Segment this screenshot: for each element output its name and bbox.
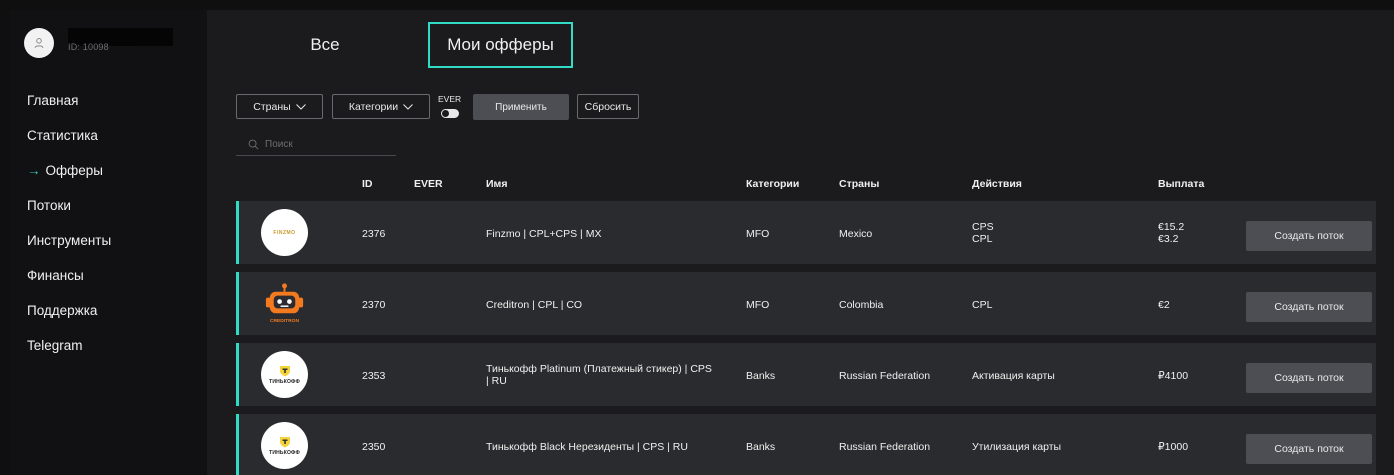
tinkoff-logo: ТИНЬКОФФ	[261, 351, 308, 398]
search-icon	[248, 139, 259, 150]
offer-country: Mexico	[839, 228, 873, 240]
offer-country: Russian Federation	[839, 370, 931, 382]
offer-payouts: €15.2 €3.2	[1158, 221, 1184, 245]
offer-name[interactable]: Тинькофф Platinum (Платежный стикер) | C…	[486, 363, 716, 387]
switch-knob	[442, 110, 449, 117]
offer-name[interactable]: Finzmo | CPL+CPS | MX	[486, 228, 716, 240]
sidebar-item-tools[interactable]: Инструменты	[27, 232, 111, 267]
robot-icon: CREDITRON	[265, 283, 304, 324]
offer-id: 2353	[362, 370, 386, 382]
scrollbar[interactable]	[1378, 200, 1394, 475]
sidebar-item-statistics[interactable]: Статистика	[27, 127, 111, 162]
table-row[interactable]: FINZMO 2376 Finzmo | CPL+CPS | MX MFO Me…	[236, 201, 1376, 264]
sidebar-item-streams[interactable]: Потоки	[27, 197, 111, 232]
offer-action: CPL	[972, 233, 993, 245]
tinkoff-logo: ТИНЬКОФФ	[261, 422, 308, 469]
column-header-categories: Категории	[746, 178, 800, 190]
tab-my-offers[interactable]: Мои офферы	[428, 22, 573, 68]
ever-switch[interactable]	[441, 109, 459, 118]
offer-category: MFO	[746, 228, 770, 240]
offer-id: 2370	[362, 299, 386, 311]
reset-button[interactable]: Сбросить	[577, 94, 639, 119]
tinkoff-logo-mark: ТИНЬКОФФ	[269, 436, 300, 456]
creditron-logo-text: CREDITRON	[270, 318, 299, 324]
apply-button[interactable]: Применить	[473, 94, 569, 120]
tab-all[interactable]: Все	[280, 22, 370, 68]
countries-dropdown[interactable]: Страны	[236, 94, 323, 119]
table-row[interactable]: ТИНЬКОФФ 2350 Тинькофф Black Нерезиденты…	[236, 414, 1376, 475]
sidebar-nav: Главная Статистика → Офферы Потоки Инстру…	[27, 92, 111, 372]
shield-icon	[279, 436, 290, 447]
arrow-right-icon: →	[27, 163, 41, 178]
offer-id: 2350	[362, 441, 386, 453]
sidebar: ████████ ID: 10098 Главная Статистика → О…	[10, 10, 207, 475]
offer-name[interactable]: Тинькофф Black Нерезиденты | CPS | RU	[486, 441, 716, 453]
search-input[interactable]	[265, 139, 385, 150]
offer-action: Активация карты	[972, 370, 1055, 382]
offer-payout: ₽1000	[1158, 441, 1189, 453]
user-icon	[34, 38, 44, 49]
offer-actions: CPS CPL	[972, 221, 994, 245]
create-stream-button[interactable]: Создать поток	[1246, 221, 1372, 251]
user-block[interactable]: ████████ ID: 10098	[24, 28, 178, 58]
column-header-id: ID	[362, 178, 373, 190]
sidebar-item-finance[interactable]: Финансы	[27, 267, 111, 302]
tinkoff-logo-text: ТИНЬКОФФ	[269, 378, 300, 385]
chevron-down-icon	[403, 103, 413, 110]
create-stream-button[interactable]: Создать поток	[1246, 363, 1372, 393]
categories-dropdown[interactable]: Категории	[332, 94, 430, 119]
chevron-down-icon	[295, 103, 306, 110]
offer-id: 2376	[362, 228, 386, 240]
offer-action: CPS	[972, 221, 994, 233]
offer-category: MFO	[746, 299, 770, 311]
table-row[interactable]: ТИНЬКОФФ 2353 Тинькофф Platinum (Платежн…	[236, 343, 1376, 406]
column-header-ever: EVER	[414, 178, 443, 190]
offer-payout: €15.2	[1158, 221, 1185, 233]
offer-payout: €3.2	[1158, 233, 1179, 245]
finzmo-logo-text: FINZMO	[273, 229, 296, 236]
user-id: ID: 10098	[68, 42, 109, 52]
creditron-logo: CREDITRON	[261, 280, 308, 327]
sidebar-item-support[interactable]: Поддержка	[27, 302, 111, 337]
offer-country: Russian Federation	[839, 441, 931, 453]
offer-category: Banks	[746, 370, 776, 382]
avatar[interactable]	[24, 28, 54, 58]
sidebar-item-home[interactable]: Главная	[27, 92, 111, 127]
tinkoff-logo-text: ТИНЬКОФФ	[269, 449, 300, 456]
countries-dropdown-label: Страны	[253, 100, 291, 113]
offer-payout: ₽4100	[1158, 370, 1189, 382]
sidebar-item-offers[interactable]: → Офферы	[27, 162, 111, 197]
ever-toggle-label: EVER	[438, 94, 462, 104]
user-info: ████████ ID: 10098	[68, 28, 178, 58]
offer-action: Утилизация карты	[972, 441, 1062, 453]
offer-action: CPL	[972, 299, 993, 311]
offer-category: Banks	[746, 441, 776, 453]
finzmo-logo: FINZMO	[261, 209, 308, 256]
table-row[interactable]: CREDITRON 2370 Creditron | CPL | CO MFO …	[236, 272, 1376, 335]
ever-toggle[interactable]: EVER	[438, 95, 468, 119]
column-header-name: Имя	[486, 178, 508, 190]
create-stream-button[interactable]: Создать поток	[1246, 434, 1372, 464]
shield-icon	[279, 365, 290, 376]
search-field[interactable]	[236, 134, 396, 156]
sidebar-item-telegram[interactable]: Telegram	[27, 337, 111, 372]
offer-country: Colombia	[839, 299, 884, 311]
column-header-countries: Страны	[839, 178, 880, 190]
offer-payout: €2	[1158, 299, 1170, 311]
column-header-payout: Выплата	[1158, 178, 1205, 190]
tinkoff-logo-mark: ТИНЬКОФФ	[269, 365, 300, 385]
create-stream-button[interactable]: Создать поток	[1246, 292, 1372, 322]
column-header-actions: Действия	[972, 178, 1022, 190]
categories-dropdown-label: Категории	[348, 100, 399, 113]
offer-name[interactable]: Creditron | CPL | CO	[486, 299, 716, 311]
